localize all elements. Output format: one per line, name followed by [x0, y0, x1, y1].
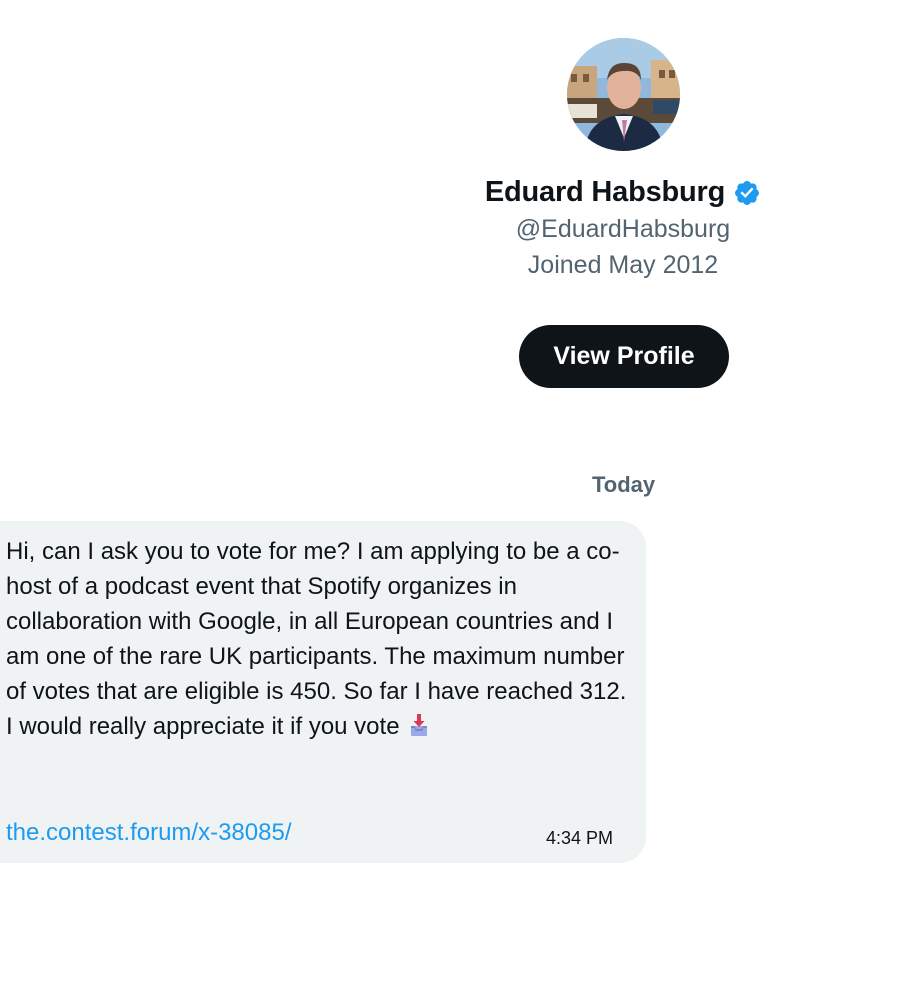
message-text-block: Hi, can I ask you to vote for me? I am a…: [6, 534, 634, 744]
profile-avatar[interactable]: [567, 38, 680, 151]
profile-display-name[interactable]: Eduard Habsburg: [485, 176, 726, 208]
verified-badge-icon: [733, 179, 761, 207]
avatar-image: [567, 38, 680, 151]
date-divider: Today: [592, 472, 656, 497]
view-profile-button[interactable]: View Profile: [519, 325, 729, 388]
message-text: Hi, can I ask you to vote for me? I am a…: [6, 538, 627, 740]
profile-joined-date: Joined May 2012: [527, 251, 719, 279]
inbox-tray-icon: [408, 712, 430, 736]
message-timestamp: 4:34 PM: [546, 828, 614, 848]
message-link[interactable]: the.contest.forum/x-38085/: [6, 815, 292, 850]
profile-name-row: Eduard Habsburg: [0, 176, 904, 209]
profile-handle: @EduardHabsburg: [515, 215, 731, 243]
